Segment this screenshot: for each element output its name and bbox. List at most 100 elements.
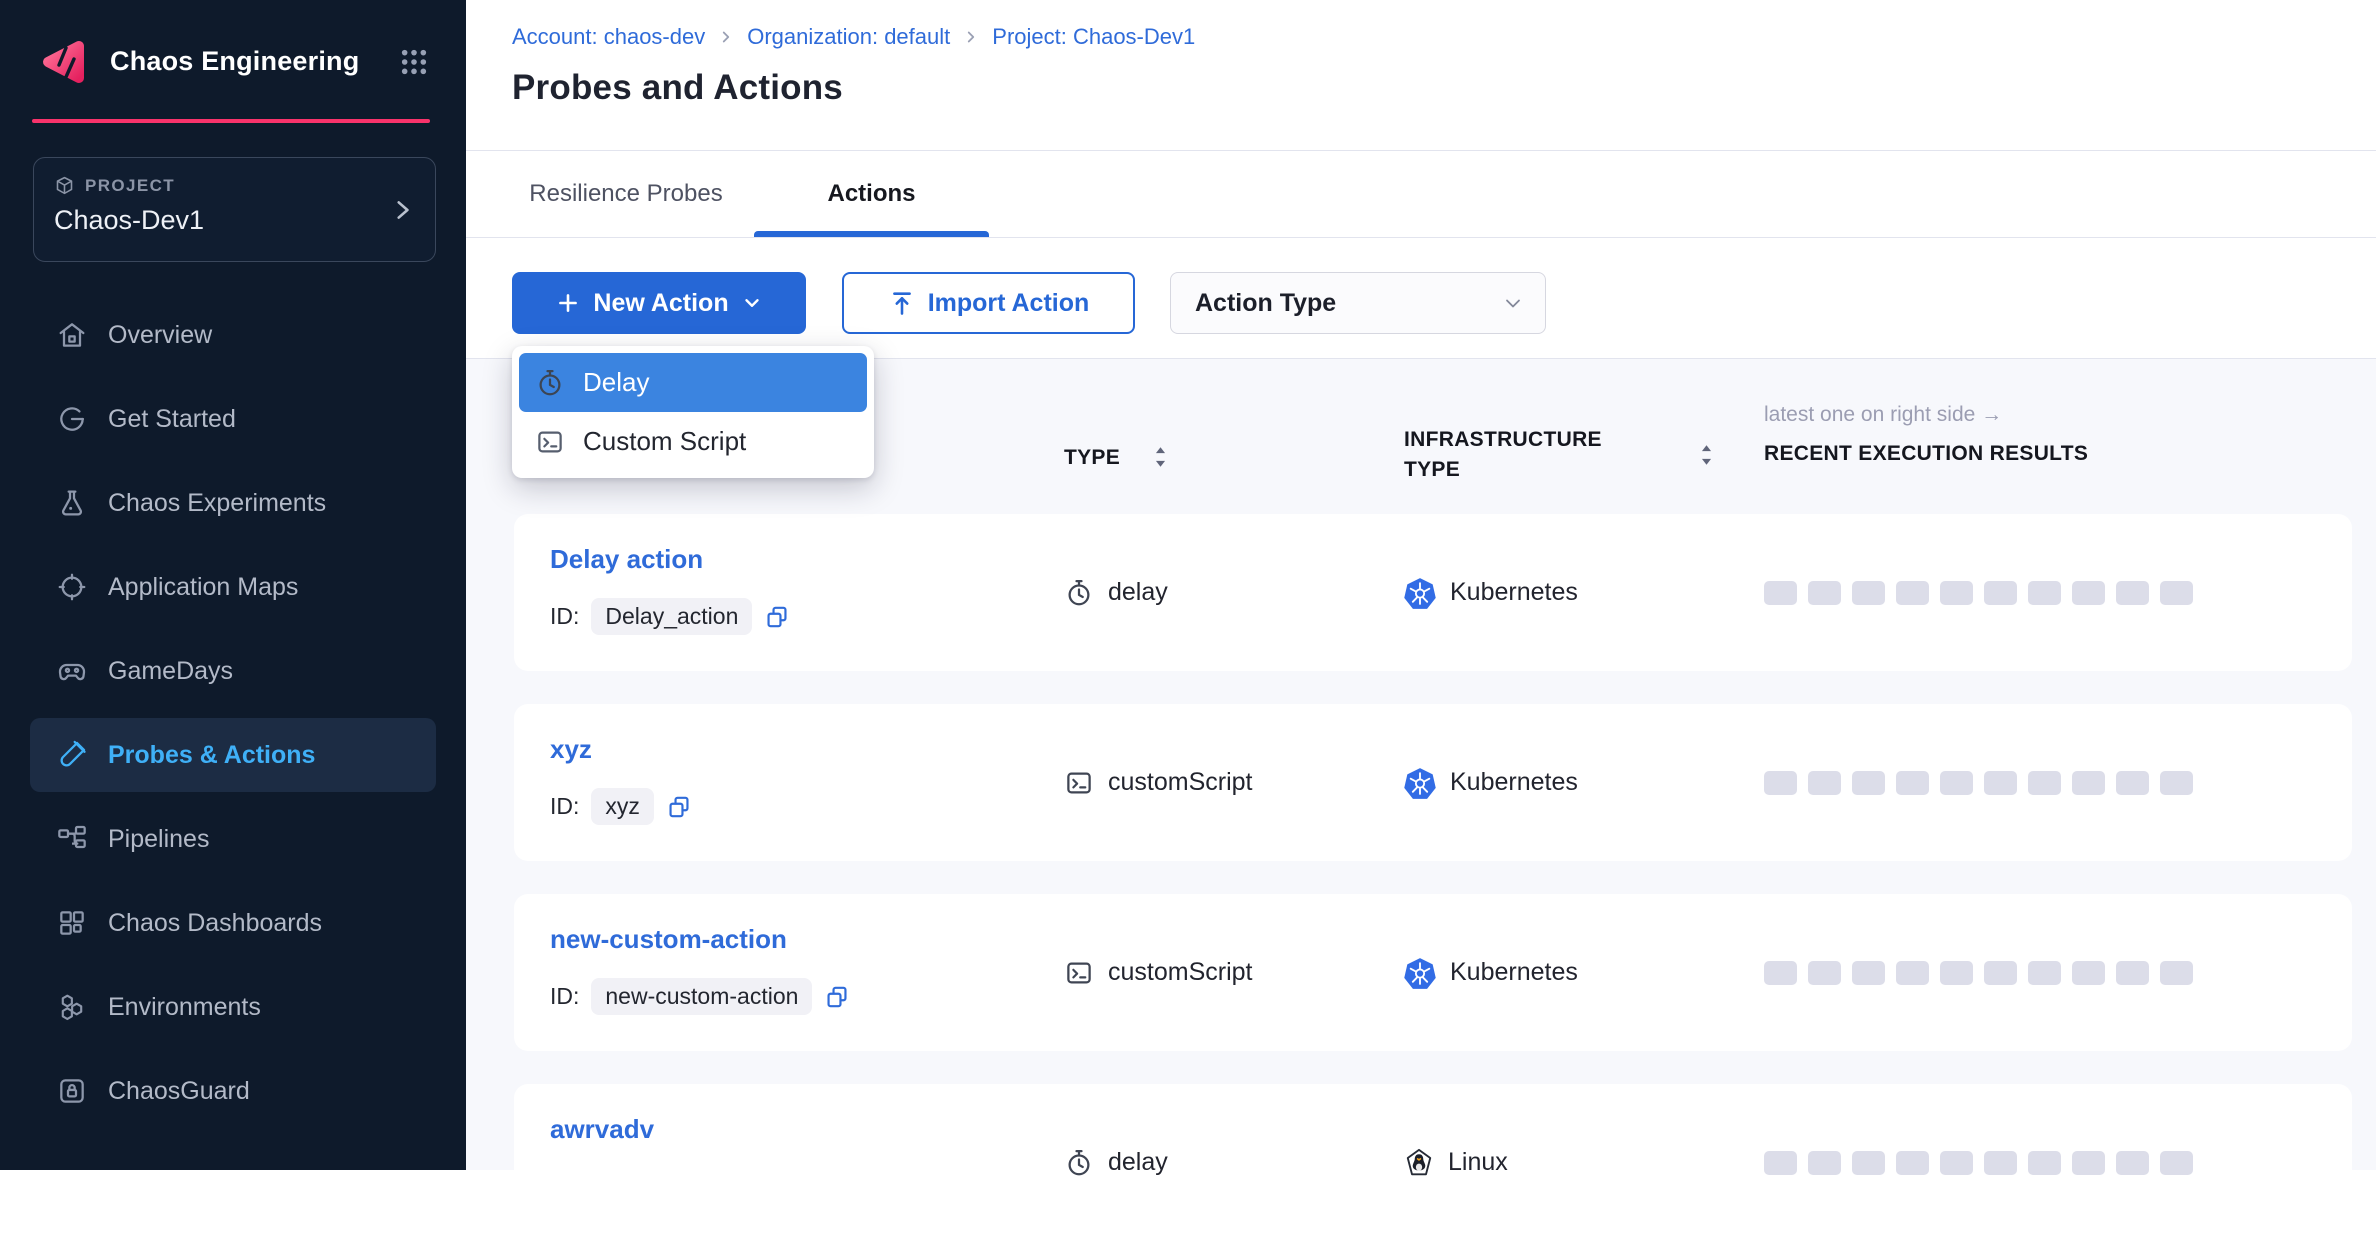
execution-result-pill xyxy=(1764,771,1797,795)
action-name-link[interactable]: new-custom-action xyxy=(550,924,787,955)
project-label: PROJECT xyxy=(85,176,175,196)
sidebar-item-gamedays[interactable]: GameDays xyxy=(30,634,436,708)
table-row: xyz ID: xyz customScript Kubernetes xyxy=(514,704,2352,861)
new-action-button[interactable]: New Action xyxy=(512,272,806,334)
execution-result-pill xyxy=(1808,771,1841,795)
execution-result-pill xyxy=(2072,1151,2105,1175)
sidebar-item-label: Environments xyxy=(108,993,261,1022)
get-started-icon xyxy=(56,403,88,435)
execution-result-pill xyxy=(1940,1151,1973,1175)
sidebar-item-label: Application Maps xyxy=(108,573,298,602)
type-value: customScript xyxy=(1108,958,1252,987)
execution-result-pill xyxy=(1808,581,1841,605)
crosshair-icon xyxy=(56,571,88,603)
menu-item-delay[interactable]: Delay xyxy=(519,353,867,412)
id-label: ID: xyxy=(550,983,579,1010)
chevron-down-icon xyxy=(1501,291,1525,315)
type-cell: delay xyxy=(1064,514,1168,671)
execution-result-pill xyxy=(1940,961,1973,985)
recent-execution-results xyxy=(1764,514,2193,671)
sidebar-item-application-maps[interactable]: Application Maps xyxy=(30,550,436,624)
execution-result-pill xyxy=(1984,1151,2017,1175)
tab-bar: Resilience Probes Actions xyxy=(466,150,2376,237)
execution-result-pill xyxy=(1896,581,1929,605)
execution-result-pill xyxy=(1940,771,1973,795)
execution-result-pill xyxy=(1852,771,1885,795)
execution-result-pill xyxy=(2028,961,2061,985)
id-row: ID: Delay_action xyxy=(550,598,790,635)
sort-icon[interactable] xyxy=(1700,443,1713,467)
menu-item-custom-script[interactable]: Custom Script xyxy=(519,412,867,471)
execution-result-pill xyxy=(2116,581,2149,605)
hexagons-icon xyxy=(56,991,88,1023)
infrastructure-cell: Kubernetes xyxy=(1404,704,1578,861)
recent-execution-results xyxy=(1764,1084,2193,1241)
sidebar-item-label: Overview xyxy=(108,321,212,350)
sidebar-item-label: Get Started xyxy=(108,405,236,434)
plus-icon xyxy=(555,290,581,316)
type-cell: customScript xyxy=(1064,704,1252,861)
sidebar-item-chaos-dashboards[interactable]: Chaos Dashboards xyxy=(30,886,436,960)
copy-icon[interactable] xyxy=(666,794,692,820)
recent-results-hint: latest one on right side → xyxy=(1764,403,2002,427)
tab-resilience-probes[interactable]: Resilience Probes xyxy=(518,150,734,237)
sidebar-item-overview[interactable]: Overview xyxy=(30,298,436,372)
sidebar-item-environments[interactable]: Environments xyxy=(30,970,436,1044)
execution-result-pill xyxy=(2072,771,2105,795)
execution-result-pill xyxy=(2072,961,2105,985)
execution-result-pill xyxy=(2072,581,2105,605)
copy-icon[interactable] xyxy=(824,984,850,1010)
infrastructure-cell: Kubernetes xyxy=(1404,514,1578,671)
action-type-filter[interactable]: Action Type xyxy=(1170,272,1546,334)
new-action-dropdown: Delay Custom Script xyxy=(512,346,874,478)
sidebar-item-probes-actions[interactable]: Probes & Actions xyxy=(30,718,436,792)
actions-table: TYPE INFRASTRUCTURE TYPE latest one on r… xyxy=(466,358,2376,1170)
execution-result-pill xyxy=(1808,961,1841,985)
sidebar-item-chaosguard[interactable]: ChaosGuard xyxy=(30,1054,436,1128)
tab-actions[interactable]: Actions xyxy=(754,150,989,237)
execution-result-pill xyxy=(1940,581,1973,605)
id-label: ID: xyxy=(550,793,579,820)
type-value: customScript xyxy=(1108,768,1252,797)
module-grid-icon[interactable] xyxy=(398,46,430,78)
breadcrumb: Account: chaos-dev Organization: default… xyxy=(512,24,1195,50)
execution-result-pill xyxy=(1764,1151,1797,1175)
infrastructure-value: Kubernetes xyxy=(1450,768,1578,797)
execution-result-pill xyxy=(2160,581,2193,605)
sidebar-item-chaos-experiments[interactable]: Chaos Experiments xyxy=(30,466,436,540)
id-chip: Delay_action xyxy=(591,598,752,635)
stopwatch-icon xyxy=(1064,578,1094,608)
action-type-label: Action Type xyxy=(1195,289,1336,318)
sort-icon[interactable] xyxy=(1154,445,1167,469)
terminal-icon xyxy=(535,427,565,457)
breadcrumb-organization-link[interactable]: Organization: default xyxy=(747,24,950,50)
chevron-down-icon xyxy=(741,292,763,314)
copy-icon[interactable] xyxy=(764,604,790,630)
breadcrumb-account-link[interactable]: Account: chaos-dev xyxy=(512,24,705,50)
id-chip: new-custom-action xyxy=(591,978,812,1015)
breadcrumb-project-link[interactable]: Project: Chaos-Dev1 xyxy=(992,24,1195,50)
action-name-link[interactable]: xyz xyxy=(550,734,592,765)
infrastructure-cell: Linux xyxy=(1404,1084,1508,1241)
project-selector[interactable]: PROJECT Chaos-Dev1 xyxy=(33,157,436,262)
action-name-link[interactable]: awrvadv xyxy=(550,1114,654,1145)
sidebar-item-label: ChaosGuard xyxy=(108,1077,250,1106)
dashboard-grid-icon xyxy=(56,907,88,939)
column-header-type[interactable]: TYPE xyxy=(1064,445,1120,471)
sidebar-item-get-started[interactable]: Get Started xyxy=(30,382,436,456)
column-header-infrastructure-type[interactable]: INFRASTRUCTURE TYPE xyxy=(1404,425,1664,485)
execution-result-pill xyxy=(1984,771,2017,795)
import-action-button[interactable]: Import Action xyxy=(842,272,1135,334)
sidebar-nav: Overview Get Started Chaos Experiments A… xyxy=(0,298,466,1128)
chevron-right-icon xyxy=(717,28,735,46)
app-title: Chaos Engineering xyxy=(110,46,359,77)
sidebar-item-pipelines[interactable]: Pipelines xyxy=(30,802,436,876)
page-title: Probes and Actions xyxy=(512,68,843,108)
sidebar-item-label: GameDays xyxy=(108,657,233,686)
execution-result-pill xyxy=(1852,1151,1885,1175)
type-cell: delay xyxy=(1064,1084,1168,1241)
action-name-link[interactable]: Delay action xyxy=(550,544,703,575)
lock-icon xyxy=(56,1075,88,1107)
execution-result-pill xyxy=(1852,961,1885,985)
execution-result-pill xyxy=(1896,771,1929,795)
